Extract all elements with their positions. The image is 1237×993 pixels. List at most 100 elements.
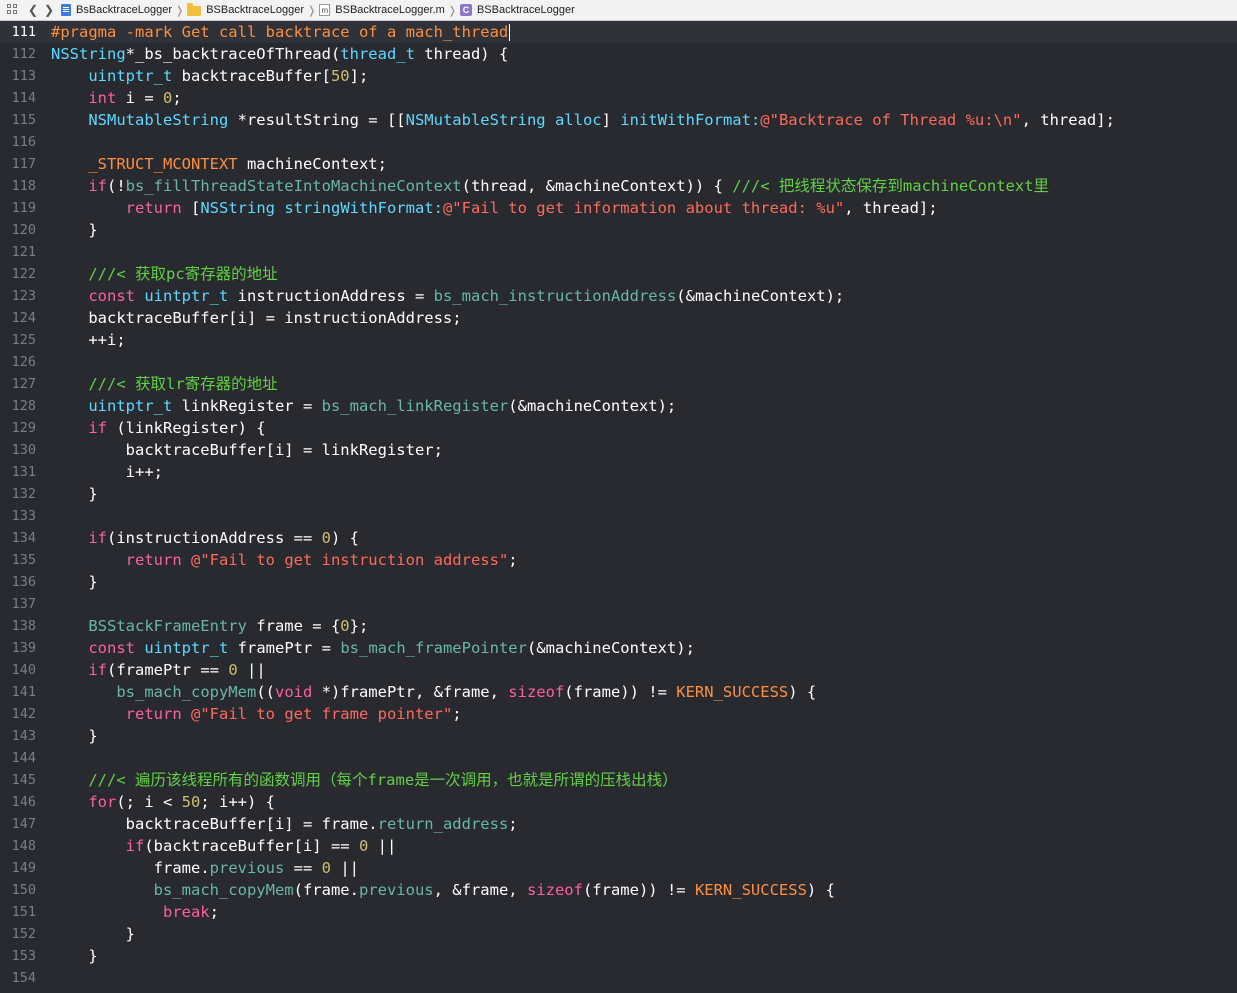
code-line[interactable]: 137 [0,593,1237,615]
code-token: ) { [330,529,359,547]
code-line[interactable]: 116 [0,131,1237,153]
code-token: 0 [163,89,173,107]
back-chevron-icon[interactable]: ❮ [25,1,41,19]
code-text: } [51,219,98,241]
code-line[interactable]: 123 const uintptr_t instructionAddress =… [0,285,1237,307]
code-line[interactable]: 120 } [0,219,1237,241]
related-items-grid-icon[interactable] [7,4,19,16]
code-token: (frame. [293,881,359,899]
code-line[interactable]: 124 backtraceBuffer[i] = instructionAddr… [0,307,1237,329]
code-line[interactable]: 117 _STRUCT_MCONTEXT machineContext; [0,153,1237,175]
code-line[interactable]: 147 backtraceBuffer[i] = frame.return_ad… [0,813,1237,835]
code-token: } [88,573,98,591]
code-token: bs_mach_copyMem [116,683,257,701]
line-number: 123 [11,288,36,304]
code-text: if(backtraceBuffer[i] == 0 || [51,835,397,857]
code-token: ; [508,551,518,569]
code-token: stringWithFormat: [284,199,443,217]
code-token: (frame)) != [582,881,695,899]
code-line[interactable]: 151 break; [0,901,1237,923]
code-line[interactable]: 128 uintptr_t linkRegister = bs_mach_lin… [0,395,1237,417]
code-line[interactable]: 146 for(; i < 50; i++) { [0,791,1237,813]
code-line[interactable]: 135 return @"Fail to get instruction add… [0,549,1237,571]
code-line[interactable]: 152 } [0,923,1237,945]
code-line[interactable]: 139 const uintptr_t framePtr = bs_mach_f… [0,637,1237,659]
code-text: BSStackFrameEntry frame = {0}; [51,615,368,637]
line-number: 127 [11,376,36,392]
code-line[interactable]: 153 } [0,945,1237,967]
code-line[interactable]: 114 int i = 0; [0,87,1237,109]
code-line[interactable]: 127 ///< 获取lr寄存器的地址 [0,373,1237,395]
code-line[interactable]: 113 uintptr_t backtraceBuffer[50]; [0,65,1237,87]
code-line[interactable]: 149 frame.previous == 0 || [0,857,1237,879]
line-number: 140 [11,662,36,678]
breadcrumb-project-label: BsBacktraceLogger [76,4,172,16]
breadcrumb-file[interactable]: m BSBacktraceLogger.m [319,4,445,16]
code-line[interactable]: 125 ++i; [0,329,1237,351]
code-token: (&machineContext); [676,287,845,305]
code-line[interactable]: 118 if(!bs_fillThreadStateIntoMachineCon… [0,175,1237,197]
code-line[interactable]: 119 return [NSString stringWithFormat:@"… [0,197,1237,219]
code-line[interactable]: 150 bs_mach_copyMem(frame.previous, &fra… [0,879,1237,901]
code-token: (backtraceBuffer[i] == [144,837,359,855]
code-line[interactable]: 130 backtraceBuffer[i] = linkRegister; [0,439,1237,461]
breadcrumb-class[interactable]: C BSBacktraceLogger [459,4,575,16]
breadcrumb: ❮ ❯ BsBacktraceLogger ❭ BSBacktraceLogge… [0,0,1237,21]
code-line[interactable]: 115 NSMutableString *resultString = [[NS… [0,109,1237,131]
code-line[interactable]: 138 BSStackFrameEntry frame = {0}; [0,615,1237,637]
code-line[interactable]: 145 ///< 遍历该线程所有的函数调用（每个frame是一次调用，也就是所谓… [0,769,1237,791]
code-line[interactable]: 132 } [0,483,1237,505]
code-token: (; i < [116,793,182,811]
breadcrumb-project[interactable]: BsBacktraceLogger [61,4,172,16]
line-number: 133 [11,508,36,524]
code-line[interactable]: 111 #pragma -mark Get call backtrace of a… [0,21,1237,43]
code-token: bs_mach_linkRegister [321,397,509,415]
code-line[interactable]: 154 [0,967,1237,989]
code-token: NSMutableString [405,111,546,129]
code-token: return [125,705,182,723]
code-token: @"Backtrace of Thread %u:\n" [760,111,1022,129]
code-token: } [88,221,98,239]
code-text: ///< 获取pc寄存器的地址 [51,263,277,285]
code-text: _STRUCT_MCONTEXT machineContext; [51,153,387,175]
forward-chevron-icon[interactable]: ❯ [41,1,57,19]
code-line[interactable]: 136 } [0,571,1237,593]
code-editor[interactable]: 111 #pragma -mark Get call backtrace of a… [0,21,1237,993]
code-line[interactable]: 144 [0,747,1237,769]
code-line[interactable]: 131 i++; [0,461,1237,483]
code-text: bs_mach_copyMem((void *)framePtr, &frame… [51,681,816,703]
code-line[interactable]: 134 if(instructionAddress == 0) { [0,527,1237,549]
code-token: uintptr_t [144,639,229,657]
code-line[interactable]: 140 if(framePtr == 0 || [0,659,1237,681]
code-line[interactable]: 143 } [0,725,1237,747]
code-line[interactable]: 141 bs_mach_copyMem((void *)framePtr, &f… [0,681,1237,703]
code-line[interactable]: 148 if(backtraceBuffer[i] == 0 || [0,835,1237,857]
code-line[interactable]: 122 ///< 获取pc寄存器的地址 [0,263,1237,285]
code-token: (framePtr == [107,661,229,679]
line-number: 135 [11,552,36,568]
code-text: ///< 获取lr寄存器的地址 [51,373,277,395]
code-token: sizeof [508,683,565,701]
code-token: [ [181,199,201,217]
code-line[interactable]: 129 if (linkRegister) { [0,417,1237,439]
code-line[interactable]: 121 [0,241,1237,263]
code-text: uintptr_t linkRegister = bs_mach_linkReg… [51,395,676,417]
line-number: 124 [11,310,36,326]
code-line[interactable]: 133 [0,505,1237,527]
line-number: 137 [11,596,36,612]
breadcrumb-folder[interactable]: BSBacktraceLogger [187,3,304,16]
code-text: backtraceBuffer[i] = linkRegister; [51,439,443,461]
code-token: *)framePtr, &frame, [312,683,509,701]
code-token: bs_mach_framePointer [340,639,527,657]
code-line[interactable]: 142 return @"Fail to get frame pointer"; [0,703,1237,725]
code-token: (&machineContext); [508,397,677,415]
code-line[interactable]: 112 NSString*_bs_backtraceOfThread(thread… [0,43,1237,65]
code-text: frame.previous == 0 || [51,857,359,879]
code-token: return [125,199,182,217]
code-line[interactable]: 126 [0,351,1237,373]
breadcrumb-separator-icon: ❭ [175,4,185,17]
code-text: } [51,571,98,593]
line-number: 144 [11,750,36,766]
